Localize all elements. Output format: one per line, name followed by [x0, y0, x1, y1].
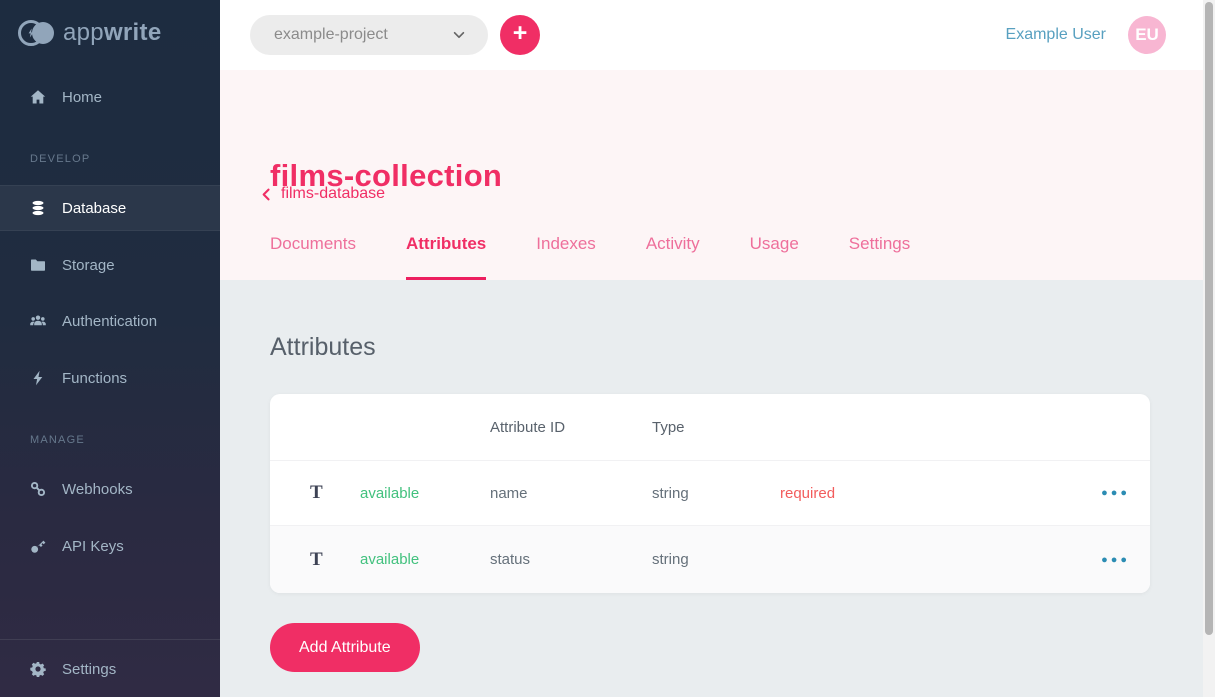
logo-text-app: app [63, 19, 104, 46]
project-selector-value: example-project [274, 26, 388, 44]
attributes-table-card: Attribute ID Type T available name strin… [270, 394, 1150, 593]
logo-text-write: write [104, 19, 162, 46]
column-header-type: Type [652, 419, 780, 436]
user-name-link[interactable]: Example User [1006, 26, 1106, 44]
add-project-button[interactable]: + [500, 15, 540, 55]
sidebar-item-label: Home [62, 89, 102, 106]
lightning-icon [30, 370, 46, 386]
sidebar-item-label: Authentication [62, 313, 157, 330]
add-attribute-button[interactable]: Add Attribute [270, 623, 420, 672]
sidebar-item-database[interactable]: Database [0, 185, 220, 231]
home-icon [30, 89, 46, 105]
table-header-row: Attribute ID Type [270, 394, 1150, 460]
sidebar: appwrite Home DEVELOP Database Storage A… [0, 0, 220, 697]
tab-bar: Documents Attributes Indexes Activity Us… [270, 234, 910, 280]
string-type-icon: T [310, 549, 360, 571]
sidebar-item-label: API Keys [62, 538, 124, 555]
attribute-type-value: string [652, 485, 780, 502]
appwrite-logo[interactable]: appwrite [18, 19, 161, 47]
vertical-scrollbar[interactable] [1203, 0, 1215, 697]
appwrite-logo-icon [18, 20, 54, 46]
topbar: example-project + Example User EU [220, 0, 1203, 70]
sidebar-item-home[interactable]: Home [0, 74, 220, 120]
sidebar-item-webhooks[interactable]: Webhooks [0, 466, 220, 512]
sidebar-item-storage[interactable]: Storage [0, 242, 220, 288]
logo-spark-glyph [26, 28, 36, 38]
required-badge: required [780, 485, 1070, 502]
gear-icon [30, 661, 46, 677]
tab-documents[interactable]: Documents [270, 234, 356, 280]
folder-icon [30, 257, 46, 273]
row-actions-menu-icon[interactable]: ●●● [1070, 554, 1130, 566]
link-icon [30, 481, 46, 497]
tab-settings[interactable]: Settings [849, 234, 910, 280]
status-badge: available [360, 485, 490, 502]
tab-activity[interactable]: Activity [646, 234, 700, 280]
sidebar-divider [0, 639, 220, 640]
sidebar-item-label: Webhooks [62, 481, 133, 498]
attribute-id-value: status [490, 551, 652, 568]
chevron-down-icon [452, 28, 466, 42]
string-type-icon: T [310, 482, 360, 504]
section-heading: Attributes [270, 333, 376, 362]
sidebar-item-authentication[interactable]: Authentication [0, 298, 220, 344]
sidebar-item-label: Functions [62, 370, 127, 387]
user-zone: Example User EU [1006, 16, 1166, 54]
sidebar-item-api-keys[interactable]: API Keys [0, 523, 220, 569]
sidebar-section-develop: DEVELOP [30, 153, 90, 165]
page-header: films-database films-collection Document… [220, 70, 1203, 280]
sidebar-item-label: Settings [62, 661, 116, 678]
sidebar-section-manage: MANAGE [30, 434, 85, 446]
sidebar-item-settings[interactable]: Settings [0, 646, 220, 692]
status-badge: available [360, 551, 490, 568]
row-actions-menu-icon[interactable]: ●●● [1070, 487, 1130, 499]
column-header-attribute-id: Attribute ID [490, 419, 652, 436]
tab-indexes[interactable]: Indexes [536, 234, 596, 280]
content-area: Attributes Attribute ID Type T available… [220, 280, 1203, 697]
sidebar-item-label: Database [62, 200, 126, 217]
user-avatar[interactable]: EU [1128, 16, 1166, 54]
key-icon [30, 538, 46, 554]
table-row: T available status string ●●● [270, 526, 1150, 593]
appwrite-logo-text: appwrite [63, 19, 161, 47]
database-icon [30, 200, 46, 216]
scrollbar-thumb[interactable] [1205, 2, 1213, 635]
logo-circle-ring [18, 20, 44, 46]
tab-usage[interactable]: Usage [750, 234, 799, 280]
sidebar-item-functions[interactable]: Functions [0, 355, 220, 401]
project-selector[interactable]: example-project [250, 15, 488, 55]
attribute-type-value: string [652, 551, 780, 568]
attribute-id-value: name [490, 485, 652, 502]
sidebar-item-label: Storage [62, 257, 115, 274]
main-area: example-project + Example User EU films-… [220, 0, 1203, 697]
page-title: films-collection [270, 158, 502, 194]
table-row: T available name string required ●●● [270, 460, 1150, 526]
users-icon [30, 313, 46, 329]
tab-attributes[interactable]: Attributes [406, 234, 486, 280]
